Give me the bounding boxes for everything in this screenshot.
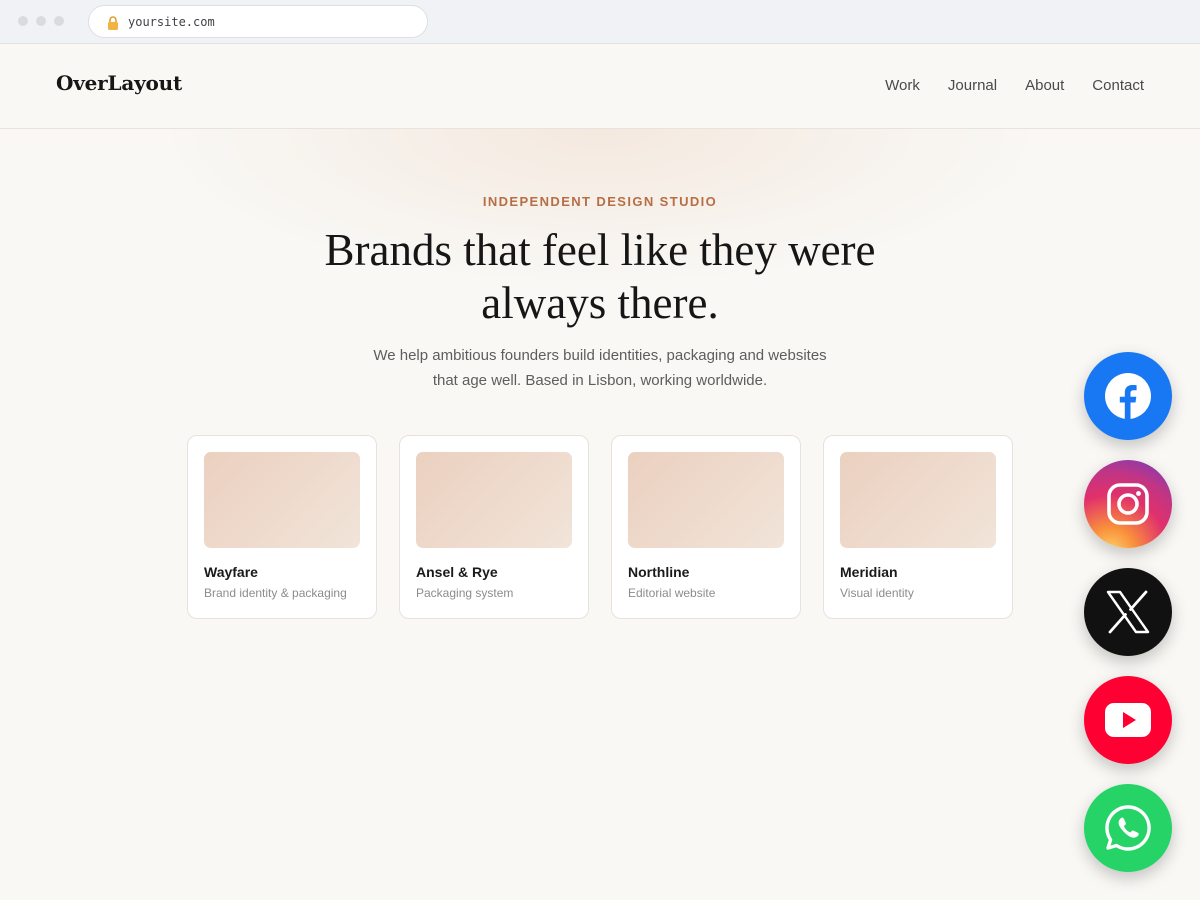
project-title: Wayfare	[204, 564, 258, 580]
x-button[interactable]	[1084, 568, 1172, 656]
project-subtitle: Brand identity & packaging	[204, 586, 347, 600]
site-header: OverLayout Work Journal About Contact	[0, 44, 1200, 129]
project-subtitle: Packaging system	[416, 586, 514, 600]
project-subtitle: Editorial website	[628, 586, 716, 600]
project-thumbnail	[204, 452, 360, 548]
nav-link-contact[interactable]: Contact	[1092, 77, 1144, 94]
window-dot-maximize[interactable]	[54, 16, 64, 26]
site-logo[interactable]: OverLayout	[56, 71, 182, 95]
project-card-ansel-rye[interactable]: Ansel & Rye Packaging system	[399, 435, 589, 619]
project-title: Northline	[628, 564, 690, 580]
project-card-wayfare[interactable]: Wayfare Brand identity & packaging	[187, 435, 377, 619]
project-title: Ansel & Rye	[416, 564, 498, 580]
facebook-button[interactable]	[1084, 352, 1172, 440]
project-thumbnail	[840, 452, 996, 548]
youtube-button[interactable]	[1084, 676, 1172, 764]
hero-subtext: We help ambitious founders build identit…	[373, 347, 827, 389]
project-card-northline[interactable]: Northline Editorial website	[611, 435, 801, 619]
social-float-bar	[1084, 352, 1172, 872]
whatsapp-button[interactable]	[1084, 784, 1172, 872]
window-controls	[18, 16, 64, 26]
x-icon	[1105, 589, 1151, 635]
window-dot-close[interactable]	[18, 16, 28, 26]
nav-link-journal[interactable]: Journal	[948, 77, 997, 94]
browser-chrome: yoursite.com	[0, 0, 1200, 44]
main-nav: Work Journal About Contact	[885, 77, 1144, 94]
project-thumbnail	[416, 452, 572, 548]
whatsapp-icon	[1104, 804, 1152, 852]
lock-icon	[107, 15, 119, 30]
nav-link-about[interactable]: About	[1025, 77, 1064, 94]
instagram-button[interactable]	[1084, 460, 1172, 548]
project-card-meridian[interactable]: Meridian Visual identity	[823, 435, 1013, 619]
instagram-icon	[1105, 481, 1151, 527]
window-dot-minimize[interactable]	[36, 16, 46, 26]
youtube-icon	[1105, 703, 1151, 737]
project-title: Meridian	[840, 564, 898, 580]
project-thumbnail	[628, 452, 784, 548]
hero-eyebrow: INDEPENDENT DESIGN STUDIO	[482, 194, 718, 209]
project-grid: Wayfare Brand identity & packaging Ansel…	[187, 435, 1013, 619]
project-subtitle: Visual identity	[840, 586, 914, 600]
facebook-icon	[1105, 373, 1151, 419]
hero-headline: Brands that feel like they were always t…	[324, 225, 876, 328]
address-bar[interactable]: yoursite.com	[88, 5, 428, 38]
nav-link-work[interactable]: Work	[885, 77, 920, 94]
url-text: yoursite.com	[128, 14, 215, 29]
